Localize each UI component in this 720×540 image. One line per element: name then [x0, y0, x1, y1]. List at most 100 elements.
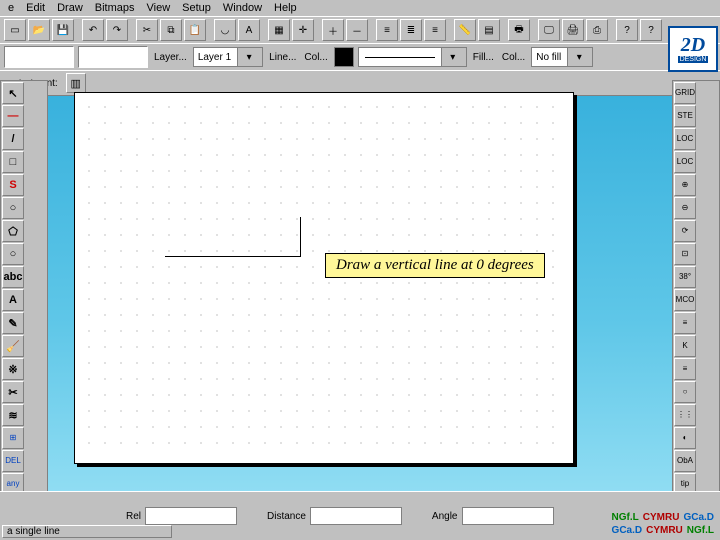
prop-field-1[interactable]	[4, 46, 74, 68]
line-button[interactable]: Line...	[267, 52, 298, 63]
menu-edit[interactable]: Edit	[26, 2, 45, 14]
align-c-button[interactable]: ≣	[400, 19, 422, 41]
rtool-16[interactable]: ObA	[674, 450, 696, 472]
rtool-15[interactable]: ◐	[674, 427, 696, 449]
cymru-text-2: CYMRU	[646, 525, 683, 536]
tool-9[interactable]: A	[2, 289, 24, 311]
printer2-button[interactable]: 🖨	[562, 19, 584, 41]
rel-field[interactable]	[145, 507, 237, 525]
rtool-11[interactable]: K	[674, 335, 696, 357]
tool-8[interactable]: abc	[2, 266, 24, 288]
zoom-out-button[interactable]: －	[346, 19, 368, 41]
tool-2[interactable]: /	[2, 128, 24, 150]
rtool-1[interactable]: STE	[674, 105, 696, 127]
rel-label: Rel	[126, 511, 141, 522]
tool-3[interactable]: □	[2, 151, 24, 173]
menu-view[interactable]: View	[147, 2, 171, 14]
instruction-callout: Draw a vertical line at 0 degrees	[325, 253, 545, 278]
layers-button[interactable]: ▤	[478, 19, 500, 41]
rtool-5[interactable]: ⊖	[674, 197, 696, 219]
drawing-canvas[interactable]: Draw a vertical line at 0 degrees	[74, 92, 574, 464]
tool-13[interactable]: ✂	[2, 381, 24, 403]
menu-file[interactable]: e	[8, 2, 14, 14]
what-button[interactable]: ?	[640, 19, 662, 41]
menu-bitmaps[interactable]: Bitmaps	[95, 2, 135, 14]
help-button[interactable]: ?	[616, 19, 638, 41]
layer-button[interactable]: Layer...	[152, 52, 189, 63]
snap-button[interactable]: ✛	[292, 19, 314, 41]
cut-button[interactable]: ✂	[136, 19, 158, 41]
menu-draw[interactable]: Draw	[57, 2, 83, 14]
fillstyle-combo[interactable]: No fill▾	[531, 47, 593, 67]
plotter-button[interactable]: ⎙	[586, 19, 608, 41]
coord-toggle-icon[interactable]: ▥	[66, 73, 86, 93]
vertical-line	[300, 217, 301, 257]
tool-15[interactable]: ⊞	[2, 427, 24, 449]
rtool-13[interactable]: ○	[674, 381, 696, 403]
tool-6[interactable]: ⬠	[2, 220, 24, 242]
rtool-7[interactable]: ⊡	[674, 243, 696, 265]
right-toolbox: GRIDSTELOCLOC⊕⊖⟳⊡38°MCO≡K≡○⋮⋮◐ObAtip	[672, 80, 720, 497]
rtool-0[interactable]: GRID	[674, 82, 696, 104]
ngfl-logo-2: NGf.L	[687, 525, 714, 536]
align-l-button[interactable]: ≡	[376, 19, 398, 41]
zoom-in-button[interactable]: ＋	[322, 19, 344, 41]
tool-16[interactable]: DEL	[2, 450, 24, 472]
cymru-text-1: CYMRU	[643, 512, 680, 523]
rtool-14[interactable]: ⋮⋮	[674, 404, 696, 426]
text-button[interactable]: A	[238, 19, 260, 41]
drawn-lines	[165, 217, 301, 257]
app-window: e Edit Draw Bitmaps View Setup Window He…	[0, 0, 720, 540]
ruler-button[interactable]: 📏	[454, 19, 476, 41]
tool-1[interactable]: —	[2, 105, 24, 127]
grid-dots	[81, 99, 567, 457]
new-button[interactable]: ▭	[4, 19, 26, 41]
tool-0[interactable]: ↖	[2, 82, 24, 104]
rtool-6[interactable]: ⟳	[674, 220, 696, 242]
gcad-logo-1: GCa.D	[683, 512, 714, 523]
horizontal-line	[165, 256, 301, 257]
fill-button[interactable]: Fill...	[471, 52, 496, 63]
tool-12[interactable]: ※	[2, 358, 24, 380]
tool-10[interactable]: ✎	[2, 312, 24, 334]
redo-button[interactable]: ↷	[106, 19, 128, 41]
rtool-2[interactable]: LOC	[674, 128, 696, 150]
open-button[interactable]: 📂	[28, 19, 50, 41]
align-r-button[interactable]: ≡	[424, 19, 446, 41]
menu-help[interactable]: Help	[274, 2, 297, 14]
fill-color-button[interactable]: Col...	[500, 52, 527, 63]
undo-button[interactable]: ↶	[82, 19, 104, 41]
copy-button[interactable]: ⧉	[160, 19, 182, 41]
gcad-logo-2: GCa.D	[612, 525, 643, 536]
menubar: e Edit Draw Bitmaps View Setup Window He…	[0, 0, 720, 17]
grid-button[interactable]: ▦	[268, 19, 290, 41]
rtool-4[interactable]: ⊕	[674, 174, 696, 196]
menu-setup[interactable]: Setup	[182, 2, 211, 14]
tool-14[interactable]: ≋	[2, 404, 24, 426]
save-button[interactable]: 💾	[52, 19, 74, 41]
rtool-3[interactable]: LOC	[674, 151, 696, 173]
monitor-button[interactable]: 🖵	[538, 19, 560, 41]
app-logo: 2D DESIGN	[668, 26, 718, 72]
linestyle-combo[interactable]: ▾	[358, 47, 467, 67]
tool-5[interactable]: ○	[2, 197, 24, 219]
tool-7[interactable]: ○	[2, 243, 24, 265]
menu-window[interactable]: Window	[223, 2, 262, 14]
rtool-8[interactable]: 38°	[674, 266, 696, 288]
paste-button[interactable]: 📋	[184, 19, 206, 41]
prop-field-2[interactable]	[78, 46, 148, 68]
line-color-swatch[interactable]	[334, 47, 354, 67]
line-color-button[interactable]: Col...	[302, 52, 329, 63]
print-button[interactable]: 🖶	[508, 19, 530, 41]
angle-field[interactable]	[462, 507, 554, 525]
arc-button[interactable]: ◡	[214, 19, 236, 41]
rtool-10[interactable]: ≡	[674, 312, 696, 334]
rtool-12[interactable]: ≡	[674, 358, 696, 380]
rtool-9[interactable]: MCO	[674, 289, 696, 311]
tool-11[interactable]: 🧹	[2, 335, 24, 357]
property-bar: Layer... Layer 1▾ Line... Col... ▾ Fill.…	[0, 43, 720, 70]
tool-4[interactable]: S	[2, 174, 24, 196]
layer-combo[interactable]: Layer 1▾	[193, 47, 263, 67]
distance-field[interactable]	[310, 507, 402, 525]
main-toolbar: ▭📂💾 ↶↷ ✂⧉📋 ◡A ▦✛ ＋－ ≡≣≡ 📏▤ 🖶 🖵🖨⎙??	[0, 17, 720, 43]
